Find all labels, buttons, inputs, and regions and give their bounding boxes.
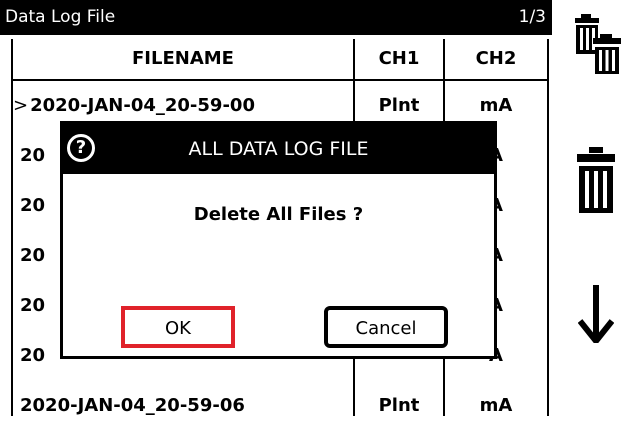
cancel-button[interactable]: Cancel [324, 306, 448, 348]
header-ch2: CH2 [475, 48, 517, 69]
dialog-message: Delete All Files ? [193, 204, 364, 225]
row-ch1: Plnt [378, 395, 420, 416]
selection-cursor: > [13, 95, 29, 116]
help-icon: ? [67, 134, 95, 162]
table-header: FILENAME CH1 CH2 [13, 39, 547, 81]
arrow-down-icon[interactable] [578, 285, 614, 343]
screen-title: Data Log File [5, 7, 116, 27]
delete-all-icon[interactable] [571, 10, 623, 76]
delete-icon[interactable] [576, 145, 616, 215]
delete-all-dialog: ? ALL DATA LOG FILE Delete All Files ? O… [60, 121, 497, 359]
table-row[interactable]: 2020-JAN-04_20-59-06 Plnt mA [13, 381, 547, 431]
page-indicator: 1/3 [518, 7, 546, 27]
header-ch1: CH1 [378, 48, 420, 69]
dialog-title: ALL DATA LOG FILE [188, 138, 369, 160]
ok-button[interactable]: OK [121, 306, 235, 348]
header-filename: FILENAME [132, 48, 234, 69]
row-ch2: mA [479, 395, 513, 416]
title-bar: Data Log File 1/3 [0, 0, 552, 35]
row-filename-text: 2020-JAN-04_20-59-00 [30, 95, 255, 116]
dialog-header: ? ALL DATA LOG FILE [63, 124, 494, 174]
row-filename: 2020-JAN-04_20-59-06 [20, 395, 245, 416]
